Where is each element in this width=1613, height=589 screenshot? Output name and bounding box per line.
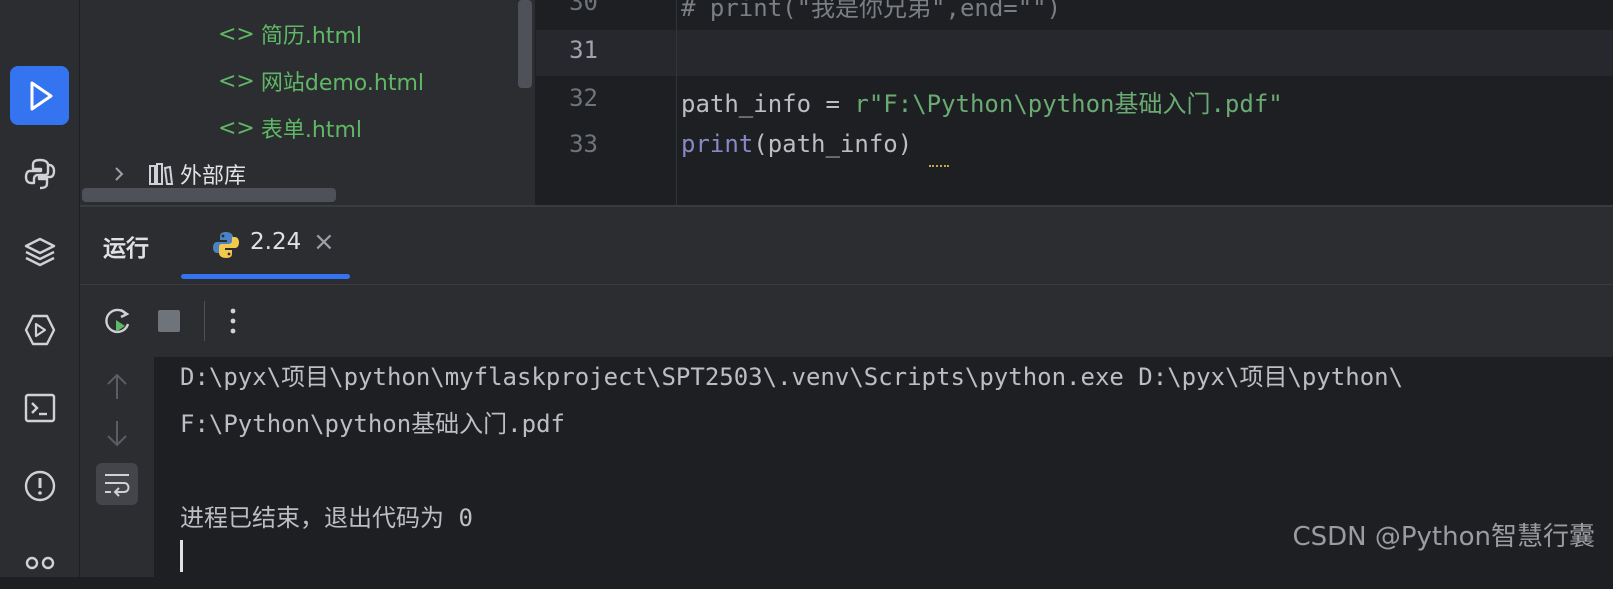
terminal-button[interactable] — [10, 378, 69, 437]
text-cursor — [180, 540, 183, 572]
line-number: 32 — [569, 84, 598, 112]
line-number: 33 — [569, 130, 598, 158]
chevron-right-icon — [115, 167, 124, 181]
warning-squiggle — [929, 161, 949, 167]
scroll-up-button[interactable] — [96, 365, 138, 407]
console-line: F:\Python\python基础入门.pdf — [180, 410, 565, 438]
layers-button[interactable] — [10, 222, 69, 281]
git-icon — [25, 556, 54, 569]
tree-horizontal-scrollbar[interactable] — [82, 188, 336, 202]
run-panel-title: 运行 — [103, 236, 149, 262]
problems-icon — [24, 470, 55, 501]
tree-item-file[interactable]: <> 表单.html — [218, 112, 362, 144]
rerun-icon — [105, 308, 130, 334]
code-line-print: print(path_info) — [681, 130, 912, 158]
arrow-up-icon — [107, 373, 127, 399]
terminal-icon — [24, 393, 55, 422]
tree-vertical-scrollbar[interactable] — [518, 0, 532, 88]
run-tool-button[interactable] — [10, 66, 69, 125]
html-file-icon: <> — [218, 68, 255, 94]
gutter-separator — [676, 0, 677, 206]
html-file-icon: <> — [218, 21, 255, 47]
services-icon — [24, 314, 55, 345]
close-icon[interactable]: × — [313, 227, 335, 257]
code-editor[interactable]: 30 31 32 33 # print("我是你兄弟",end="") path… — [536, 0, 1613, 206]
tree-item-file[interactable]: <> 网站demo.html — [218, 65, 424, 97]
active-tab-indicator — [181, 274, 350, 279]
code-builtin: print — [681, 130, 754, 158]
file-label: 简历.html — [260, 24, 362, 49]
rerun-button[interactable] — [96, 299, 140, 343]
python-console-button[interactable] — [10, 144, 69, 203]
console-line: 进程已结束，退出代码为 0 — [180, 504, 473, 532]
code-args: (path_info) — [753, 130, 913, 158]
console-line: D:\pyx\项目\python\myflaskproject\SPT2503\… — [180, 363, 1404, 391]
arrow-down-icon — [107, 421, 127, 447]
run-tab[interactable]: 2.24 × — [181, 207, 351, 283]
activity-bar — [0, 0, 80, 577]
soft-wrap-icon — [105, 474, 130, 497]
run-tab-label: 2.24 — [250, 229, 302, 255]
current-line-highlight — [536, 30, 1613, 76]
run-panel-header: 运行 2.24 × — [80, 207, 1613, 285]
more-options-button[interactable] — [211, 299, 255, 343]
line-number: 30 — [569, 0, 598, 16]
scroll-down-button[interactable] — [96, 413, 138, 455]
soft-wrap-button[interactable] — [96, 463, 138, 505]
layers-icon — [24, 237, 55, 266]
file-label: 表单.html — [260, 118, 362, 143]
html-file-icon: <> — [218, 115, 255, 141]
tree-item-file[interactable]: <> 简历.html — [218, 18, 362, 50]
watermark: CSDN @Python智慧行囊 — [1292, 522, 1595, 552]
code-string: r"F:\Python\python基础入门.pdf" — [854, 90, 1283, 118]
run-play-icon — [30, 81, 52, 110]
external-libraries-label: 外部库 — [180, 164, 247, 189]
stop-button[interactable] — [147, 299, 191, 343]
run-toolbar — [80, 285, 1613, 357]
project-tree: <> 简历.html <> 网站demo.html <> 表单.html 外部库 — [80, 0, 536, 206]
tree-item-external-libraries[interactable]: 外部库 — [110, 158, 246, 190]
line-number: 31 — [569, 36, 598, 64]
version-control-button[interactable] — [10, 530, 69, 589]
code-variable: path_info = — [681, 90, 855, 118]
code-line-assignment: path_info = r"F:\Python\python基础入门.pdf" — [681, 84, 1283, 119]
services-button[interactable] — [10, 300, 69, 359]
problems-button[interactable] — [10, 456, 69, 515]
stop-icon — [158, 310, 180, 332]
library-icon — [149, 163, 174, 185]
python-logo-icon — [213, 232, 239, 258]
code-line-comment: # print("我是你兄弟",end="") — [681, 0, 1062, 22]
python-icon — [24, 158, 55, 189]
more-vertical-icon — [230, 308, 236, 334]
console-side-controls — [80, 357, 154, 577]
file-label: 网站demo.html — [260, 71, 424, 96]
toolbar-separator — [204, 301, 205, 341]
